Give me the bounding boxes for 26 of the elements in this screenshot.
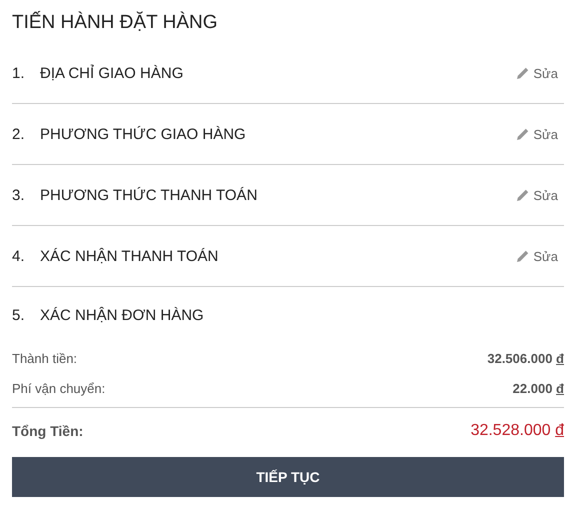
step-title: XÁC NHẬN THANH TOÁN xyxy=(40,248,220,264)
step-title: PHƯƠNG THỨC THANH TOÁN xyxy=(40,186,258,204)
pencil-icon xyxy=(516,188,530,202)
summary-label: Tổng Tiền: xyxy=(12,423,84,439)
summary-amount: 22.000 đ xyxy=(512,380,564,396)
continue-button[interactable]: TIẾP TỤC xyxy=(12,457,564,497)
step-number: 1. xyxy=(12,64,26,82)
summary-label: Thành tiền: xyxy=(12,350,78,366)
edit-link[interactable]: Sửa xyxy=(516,188,564,202)
edit-link[interactable]: Sửa xyxy=(516,126,564,142)
step-number: 4. xyxy=(12,248,26,264)
step-title: ĐỊA CHỈ GIAO HÀNG xyxy=(40,64,184,82)
pencil-icon xyxy=(516,127,530,141)
edit-link[interactable]: Sửa xyxy=(516,248,564,264)
page-title: TIẾN HÀNH ĐẶT HÀNG xyxy=(12,10,219,35)
pencil-icon xyxy=(516,249,530,263)
step-title: XÁC NHẬN ĐƠN HÀNG xyxy=(40,306,205,324)
summary-amount: 32.528.000 đ xyxy=(470,422,564,440)
step-number: 2. xyxy=(12,126,26,142)
step-number: 5. xyxy=(12,306,26,324)
step-number: 3. xyxy=(12,186,26,204)
summary-amount: 32.506.000 đ xyxy=(487,350,564,366)
step-title: PHƯƠNG THỨC GIAO HÀNG xyxy=(40,126,247,142)
pencil-icon xyxy=(516,66,530,80)
edit-link[interactable]: Sửa xyxy=(516,66,564,80)
summary-label: Phí vận chuyển: xyxy=(12,380,106,396)
